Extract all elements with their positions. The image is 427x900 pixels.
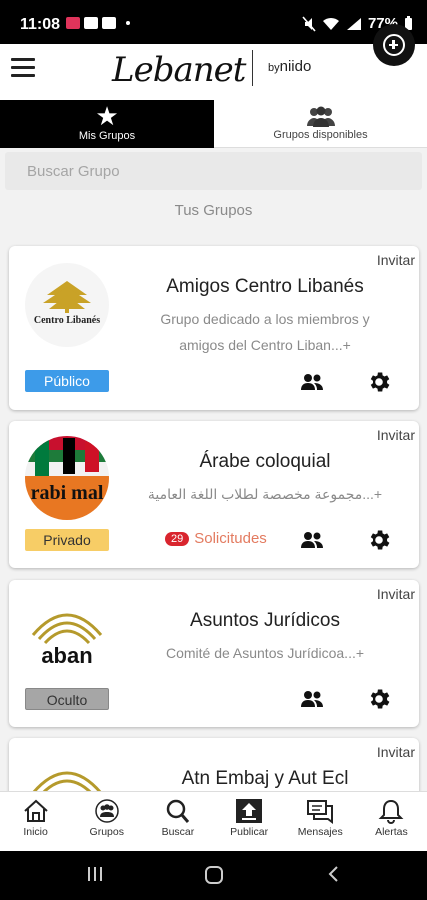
app-header: Lebanet byniido bbox=[0, 44, 427, 100]
app-screen: 11:08 77% Lebanet byniido ★ Mis Grupos G… bbox=[0, 0, 427, 900]
status-time: 11:08 bbox=[20, 16, 61, 33]
cedar-logo-icon bbox=[43, 281, 91, 313]
search-input[interactable] bbox=[5, 152, 422, 190]
home-button-icon[interactable] bbox=[204, 865, 224, 885]
invite-link[interactable]: Invitar bbox=[377, 586, 415, 602]
publish-icon bbox=[236, 799, 263, 823]
nav-item-groups[interactable]: Grupos bbox=[71, 792, 142, 851]
nav-item-messages[interactable]: Mensajes bbox=[285, 792, 356, 851]
back-icon[interactable] bbox=[326, 865, 340, 883]
nav-item-publish[interactable]: Publicar bbox=[214, 792, 285, 851]
system-navigation-bar bbox=[0, 851, 427, 900]
tab-label: Mis Grupos bbox=[78, 130, 136, 142]
requests-label: Solicitudes bbox=[194, 530, 267, 547]
gear-icon[interactable] bbox=[366, 369, 392, 395]
more-notifications-dot bbox=[126, 21, 130, 25]
search-icon bbox=[166, 799, 190, 823]
nav-label: Buscar bbox=[161, 826, 195, 838]
hamburger-menu-icon[interactable] bbox=[11, 58, 35, 78]
wifi-icon bbox=[322, 17, 339, 30]
messages-icon bbox=[307, 800, 334, 824]
tab-my-groups[interactable]: ★ Mis Grupos bbox=[0, 100, 214, 148]
nav-item-search[interactable]: Buscar bbox=[142, 792, 213, 851]
invite-link[interactable]: Invitar bbox=[377, 744, 415, 760]
group-tabs: ★ Mis Grupos Grupos disponibles bbox=[0, 100, 427, 148]
invite-link[interactable]: Invitar bbox=[377, 427, 415, 443]
nav-item-home[interactable]: Inicio bbox=[0, 792, 71, 851]
privacy-badge: Privado bbox=[25, 529, 109, 551]
add-group-button[interactable] bbox=[373, 24, 415, 66]
mail-icon bbox=[84, 17, 98, 29]
avatar-caption: Centro Libanés bbox=[33, 315, 101, 326]
invite-link[interactable]: Invitar bbox=[377, 252, 415, 268]
group-description: amigos del Centro Liban...+ bbox=[179, 337, 351, 353]
lebanet-logo: Lebanet bbox=[112, 50, 246, 90]
group-avatar: rabi mal bbox=[25, 436, 109, 520]
nav-item-alerts[interactable]: Alertas bbox=[356, 792, 427, 851]
gallery-notification-icon bbox=[102, 17, 116, 29]
requests-count-badge: 29 bbox=[165, 531, 190, 546]
signal-icon bbox=[346, 17, 361, 30]
group-description: Comité de Asuntos Jurídicoa...+ bbox=[165, 645, 365, 661]
status-bar: 11:08 77% bbox=[0, 0, 427, 44]
gear-icon[interactable] bbox=[366, 527, 392, 553]
by-text: by bbox=[268, 62, 280, 74]
bottom-navigation: Inicio Grupos Buscar Publicar Mensajes A… bbox=[0, 791, 427, 851]
star-icon: ★ bbox=[95, 101, 119, 131]
nav-label: Mensajes bbox=[297, 826, 343, 838]
group-name: Árabe coloquial bbox=[199, 451, 331, 472]
nav-label: Alertas bbox=[375, 826, 408, 838]
group-name: Amigos Centro Libanés bbox=[166, 276, 364, 297]
nav-label: Publicar bbox=[230, 826, 269, 838]
group-avatar: aban bbox=[25, 595, 109, 679]
groups-icon bbox=[95, 799, 119, 823]
members-icon[interactable] bbox=[299, 686, 325, 712]
recent-apps-icon[interactable] bbox=[86, 865, 104, 883]
gear-icon[interactable] bbox=[366, 686, 392, 712]
group-icon bbox=[306, 106, 335, 127]
niido-text: niido bbox=[279, 58, 312, 75]
bell-icon bbox=[379, 799, 404, 824]
tab-label: Grupos disponibles bbox=[273, 129, 368, 141]
plus-circle-icon bbox=[383, 34, 405, 56]
tab-available-groups[interactable]: Grupos disponibles bbox=[214, 100, 427, 148]
logo-divider bbox=[252, 50, 253, 86]
app-notification-icon bbox=[66, 17, 80, 29]
group-description: Grupo dedicado a los miembros y bbox=[160, 311, 370, 327]
nav-label: Grupos bbox=[89, 826, 124, 838]
section-title: Tus Grupos bbox=[174, 202, 253, 219]
group-description: مجموعة مخصصة لطلاب اللغة العامية...+ bbox=[147, 486, 383, 502]
members-icon[interactable] bbox=[299, 369, 325, 395]
group-card[interactable]: Invitar Centro Libanés Amigos Centro Lib… bbox=[9, 246, 419, 410]
search-box bbox=[5, 152, 422, 190]
group-card[interactable]: Invitar rabi mal Árabe coloquial مجموعة … bbox=[9, 421, 419, 568]
privacy-badge: Público bbox=[25, 370, 109, 392]
requests-link[interactable]: 29 Solicitudes bbox=[165, 530, 267, 547]
group-name: Asuntos Jurídicos bbox=[190, 610, 340, 631]
nav-label: Inicio bbox=[23, 826, 48, 838]
home-icon bbox=[23, 799, 48, 822]
niido-brand: byniido bbox=[268, 58, 311, 75]
group-name: Atn Embaj y Aut Ecl bbox=[181, 768, 349, 789]
flags-collage-icon bbox=[25, 436, 109, 520]
members-icon[interactable] bbox=[299, 527, 325, 553]
avatar-caption: aban bbox=[41, 643, 93, 668]
group-avatar: Centro Libanés bbox=[25, 263, 109, 347]
privacy-badge: Oculto bbox=[25, 688, 109, 710]
notification-icons bbox=[66, 17, 130, 29]
avatar-caption: rabi mal bbox=[30, 482, 104, 504]
group-card[interactable]: Invitar aban Asuntos Jurídicos Comité de… bbox=[9, 580, 419, 727]
mute-icon bbox=[302, 15, 316, 32]
